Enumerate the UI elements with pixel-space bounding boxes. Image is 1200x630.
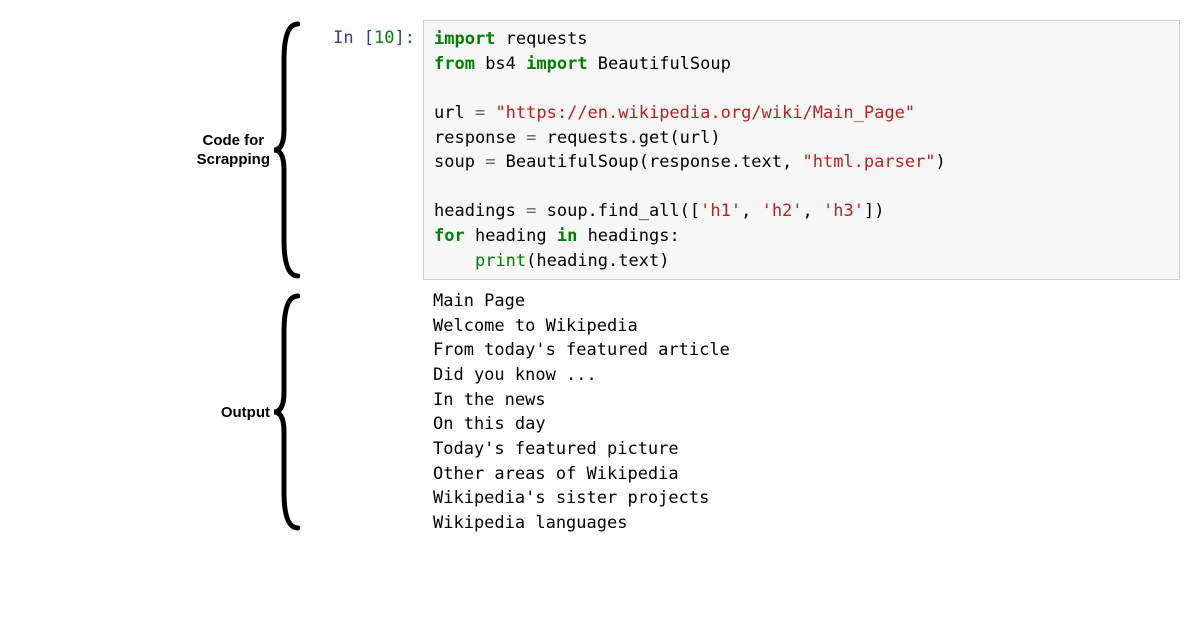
- code-label-line2: Scrapping: [197, 150, 270, 170]
- output-row: Output Main Page Welcome to Wikipedia Fr…: [80, 282, 1180, 542]
- brace-icon: [270, 282, 300, 542]
- output-cell: Main Page Welcome to Wikipedia From toda…: [423, 283, 1180, 541]
- brace-icon: [270, 20, 300, 280]
- code-input-row: Code for Scrapping In [10]: import reque…: [80, 20, 1180, 280]
- input-prompt: In [10]:: [310, 20, 423, 48]
- code-label-line1: Code for: [197, 131, 270, 151]
- code-cell[interactable]: import requests from bs4 import Beautifu…: [423, 20, 1180, 280]
- output-label: Output: [221, 403, 270, 423]
